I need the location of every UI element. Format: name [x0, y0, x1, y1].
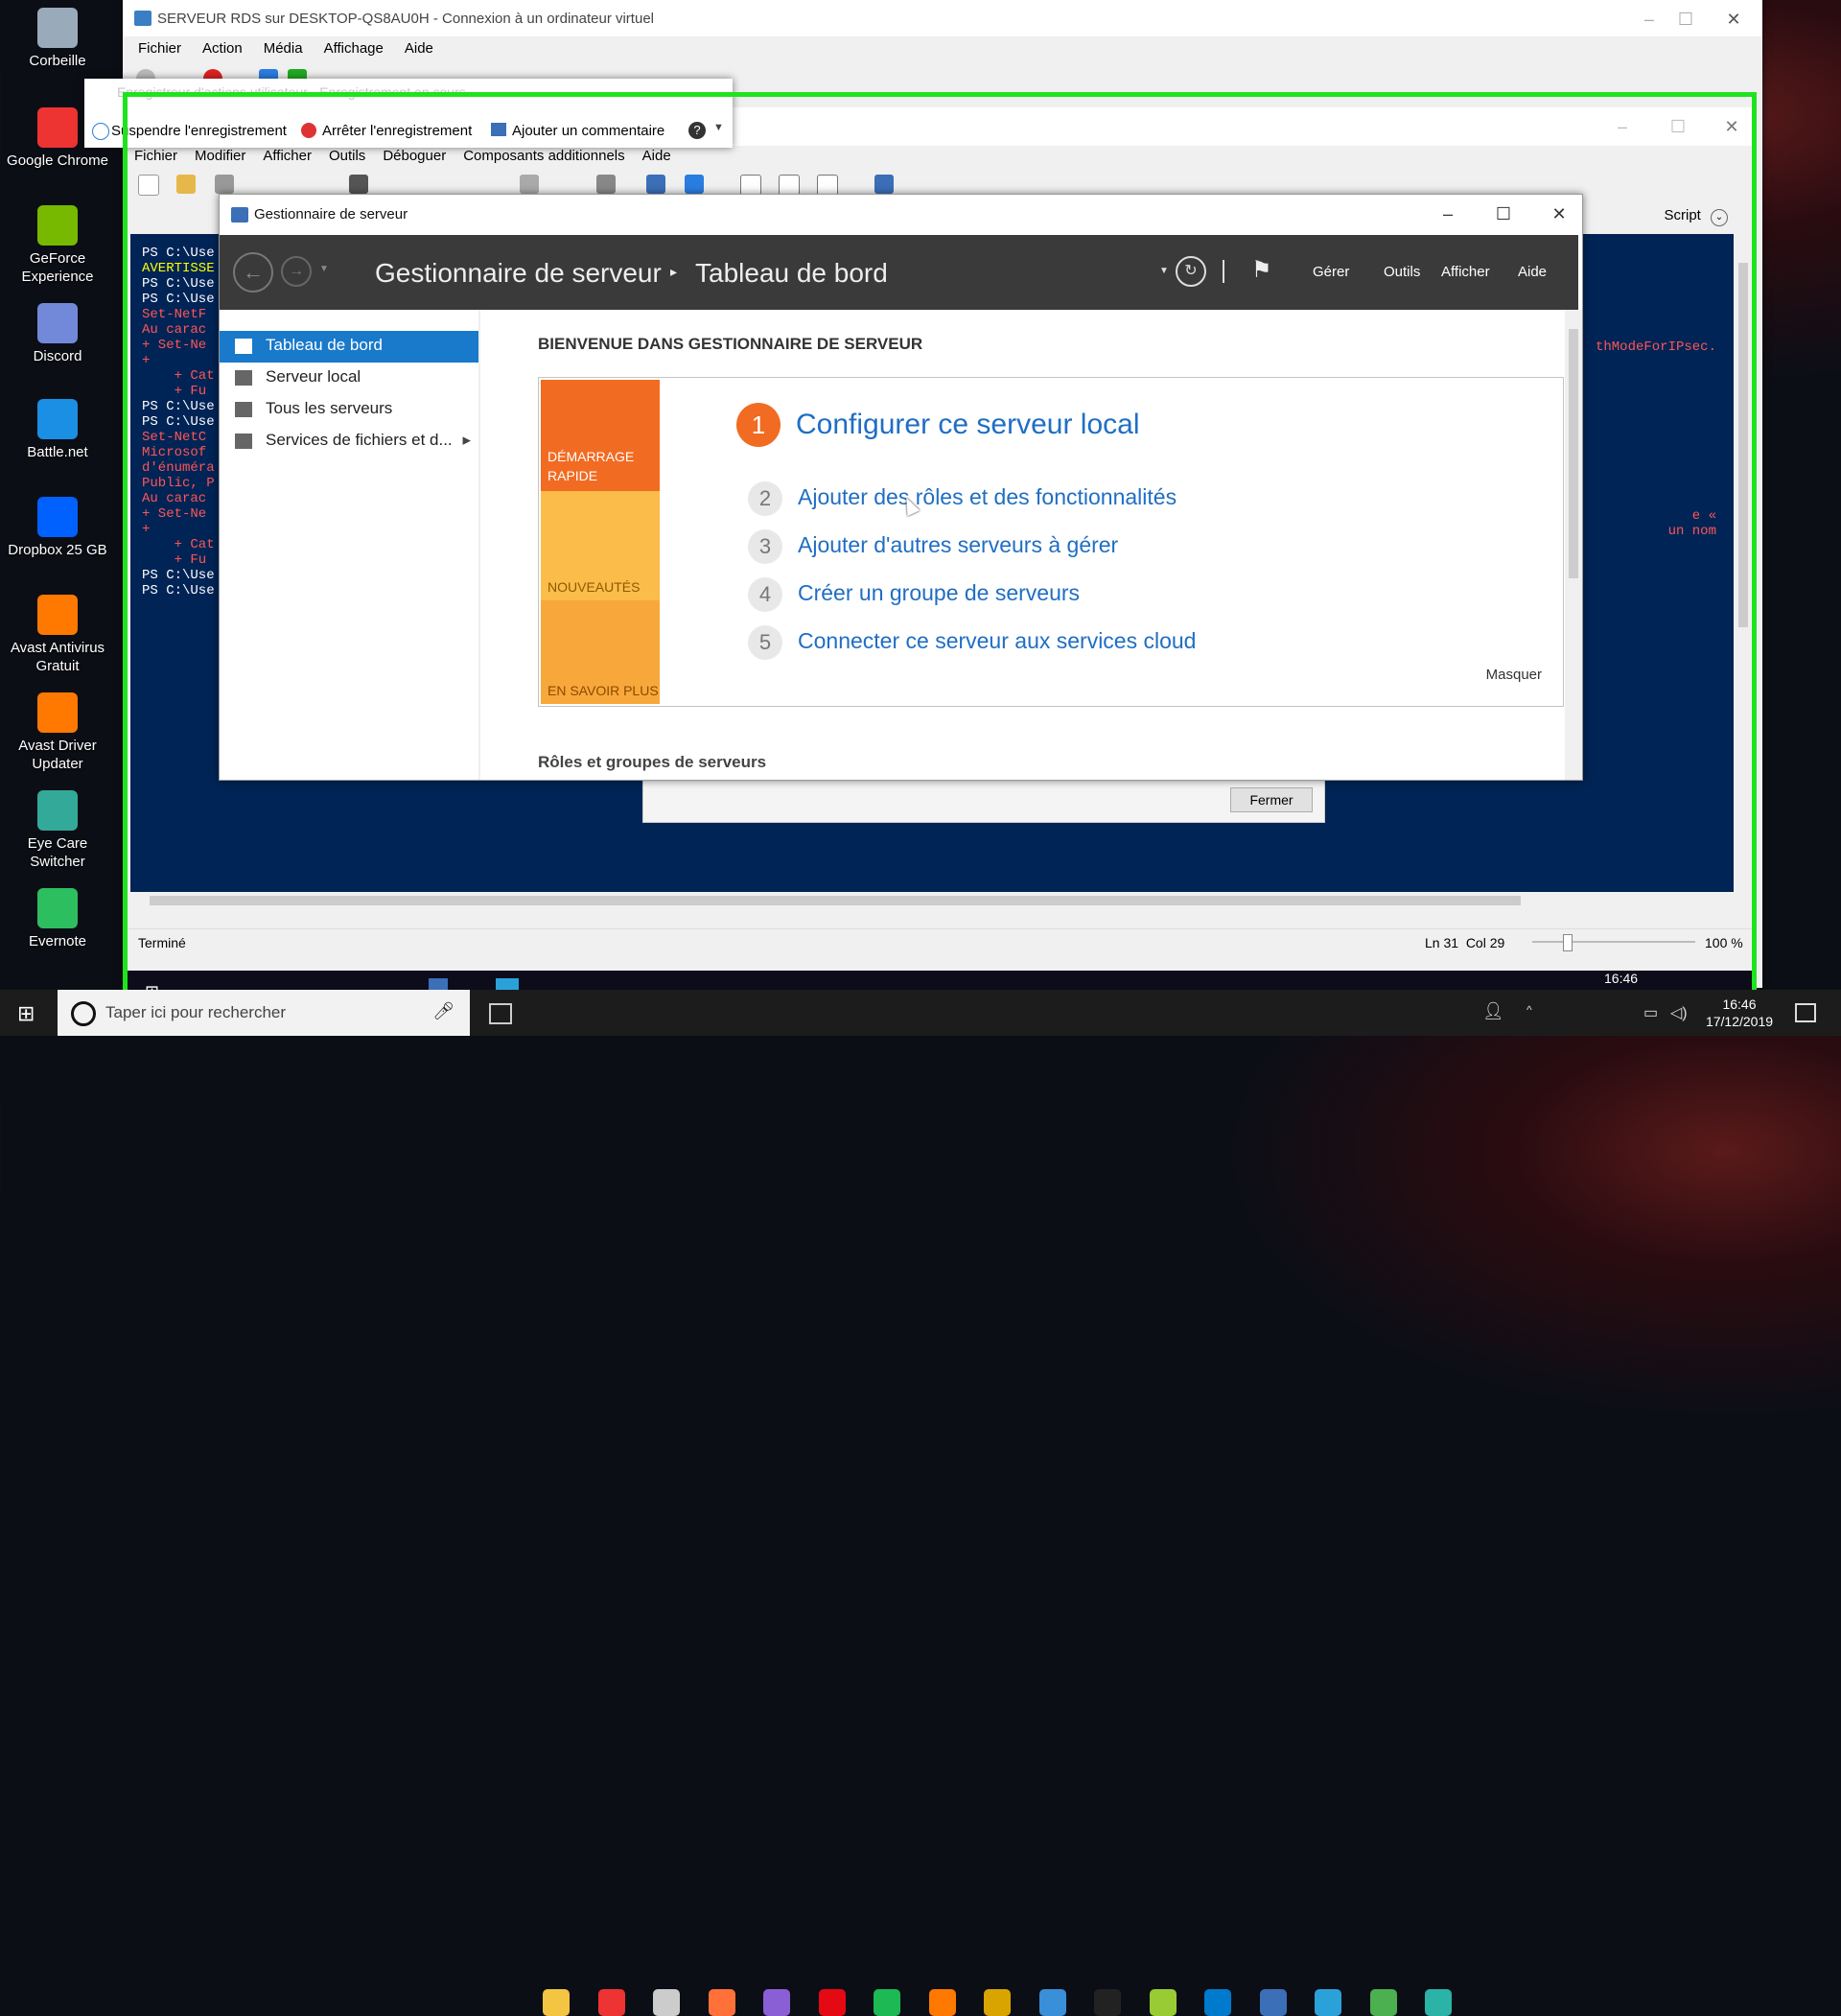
desktop-icon-label: Google Chrome: [7, 152, 108, 169]
recording-frame: [123, 92, 1757, 1011]
vm-app-icon: [134, 11, 151, 26]
people-icon[interactable]: 👤︎: [1482, 1001, 1504, 1021]
network-icon[interactable]: ▭: [1643, 1003, 1658, 1022]
geforce-icon: [37, 205, 78, 246]
battlenet-icon: [37, 399, 78, 439]
maximize-icon[interactable]: ☐: [1666, 6, 1705, 33]
clock-date: 17/12/2019: [1705, 1014, 1774, 1029]
dropbox-icon: [37, 497, 78, 537]
taskbar-epic-games-icon[interactable]: [1094, 1989, 1121, 2016]
desktop-icon-dropbox[interactable]: Dropbox 25 GB: [0, 497, 115, 559]
desktop-icon-label: Discord: [33, 348, 82, 364]
volume-icon[interactable]: ◁): [1670, 1003, 1688, 1022]
taskbar-mail-icon[interactable]: [653, 1989, 680, 2016]
clock-time: 16:46: [1722, 996, 1757, 1012]
tray-chevron-icon[interactable]: ^: [1526, 1003, 1532, 1017]
vm-menu-4[interactable]: Aide: [405, 40, 433, 57]
vm-menu-3[interactable]: Affichage: [324, 40, 384, 57]
vm-menu-2[interactable]: Média: [264, 40, 303, 57]
desktop-icon-label: Evernote: [28, 933, 87, 949]
desktop-icon-discord[interactable]: Discord: [0, 303, 115, 365]
search-placeholder: Taper ici pour rechercher: [105, 1003, 287, 1021]
vm-menu-1[interactable]: Action: [202, 40, 243, 57]
taskbar-photos-icon[interactable]: [763, 1989, 790, 2016]
taskbar-firefox-icon[interactable]: [708, 1989, 735, 2016]
taskbar-app-teal-icon[interactable]: [1425, 1989, 1452, 2016]
clock[interactable]: 16:46 17/12/2019: [1701, 996, 1778, 1030]
search-box[interactable]: Taper ici pour rechercher 🎤︎: [58, 990, 470, 1036]
taskbar-app-green-icon[interactable]: [1149, 1989, 1177, 2016]
action-center-icon[interactable]: [1795, 1003, 1816, 1022]
desktop-icon-battlenet[interactable]: Battle.net: [0, 399, 115, 461]
vm-menu-0[interactable]: Fichier: [138, 40, 181, 57]
pause-recording-icon: [92, 123, 109, 140]
vm-titlebar: SERVEUR RDS sur DESKTOP-QS8AU0H - Connex…: [123, 0, 1762, 36]
avast-driver-icon: [37, 692, 78, 733]
taskbar-spotify-icon[interactable]: [874, 1989, 900, 2016]
taskbar-app-blue-icon[interactable]: [1315, 1989, 1341, 2016]
task-view-icon[interactable]: [489, 1003, 512, 1024]
desktop-icon-label: Dropbox 25 GB: [8, 542, 107, 558]
taskbar-chrome-icon[interactable]: [597, 1989, 625, 2016]
desktop-icon-label: Corbeille: [29, 53, 86, 69]
vm-window-title: SERVEUR RDS sur DESKTOP-QS8AU0H - Connex…: [157, 11, 654, 27]
desktop-icon-recycle-bin[interactable]: Corbeille: [0, 8, 115, 70]
desktop-icon-eye-care[interactable]: Eye Care Switcher: [0, 790, 115, 871]
avast-icon: [37, 595, 78, 635]
taskbar-app-multi-icon[interactable]: [1369, 1989, 1397, 2016]
close-icon[interactable]: ✕: [1714, 6, 1753, 33]
evernote-icon: [37, 888, 78, 928]
desktop-icon-avast-driver[interactable]: Avast Driver Updater: [0, 692, 115, 773]
desktop-icon-label: GeForce Experience: [21, 250, 94, 285]
vm-clock: 16:46: [1604, 971, 1639, 986]
windows-taskbar: ⊞ Taper ici pour rechercher 🎤︎ 👤︎ ^ ▭ ◁)…: [0, 990, 1841, 2016]
cortana-icon: [71, 1001, 96, 1026]
chrome-icon: [37, 107, 78, 148]
windows-start-icon[interactable]: ⊞: [17, 1001, 35, 1026]
desktop-icon-evernote[interactable]: Evernote: [0, 888, 115, 950]
desktop-icon-label: Avast Driver Updater: [18, 738, 97, 772]
discord-icon: [37, 303, 78, 343]
taskbar-avast-icon[interactable]: [928, 1989, 956, 2016]
minimize-icon[interactable]: –: [1630, 6, 1668, 33]
taskbar-server-manager-icon[interactable]: [1259, 1989, 1287, 2016]
desktop-icon-avast[interactable]: Avast Antivirus Gratuit: [0, 595, 115, 675]
eye-care-icon: [37, 790, 78, 831]
taskbar-file-explorer-icon[interactable]: [543, 1989, 570, 2016]
taskbar-vscode-icon[interactable]: [1204, 1989, 1231, 2016]
desktop-icon-label: Avast Antivirus Gratuit: [10, 640, 105, 674]
desktop-icon-geforce[interactable]: GeForce Experience: [0, 205, 115, 286]
vm-menu-bar: Fichier Action Média Affichage Aide: [138, 40, 454, 57]
desktop-icon-label: Battle.net: [27, 444, 88, 460]
desktop-icon-label: Eye Care Switcher: [27, 835, 88, 870]
microphone-icon[interactable]: 🎤︎: [432, 1001, 454, 1021]
taskbar-cortana-app-icon[interactable]: [1038, 1989, 1066, 2016]
recycle-bin-icon: [37, 8, 78, 48]
taskbar-netflix-icon[interactable]: [818, 1989, 846, 2016]
taskbar-app-icon[interactable]: [984, 1989, 1011, 2016]
